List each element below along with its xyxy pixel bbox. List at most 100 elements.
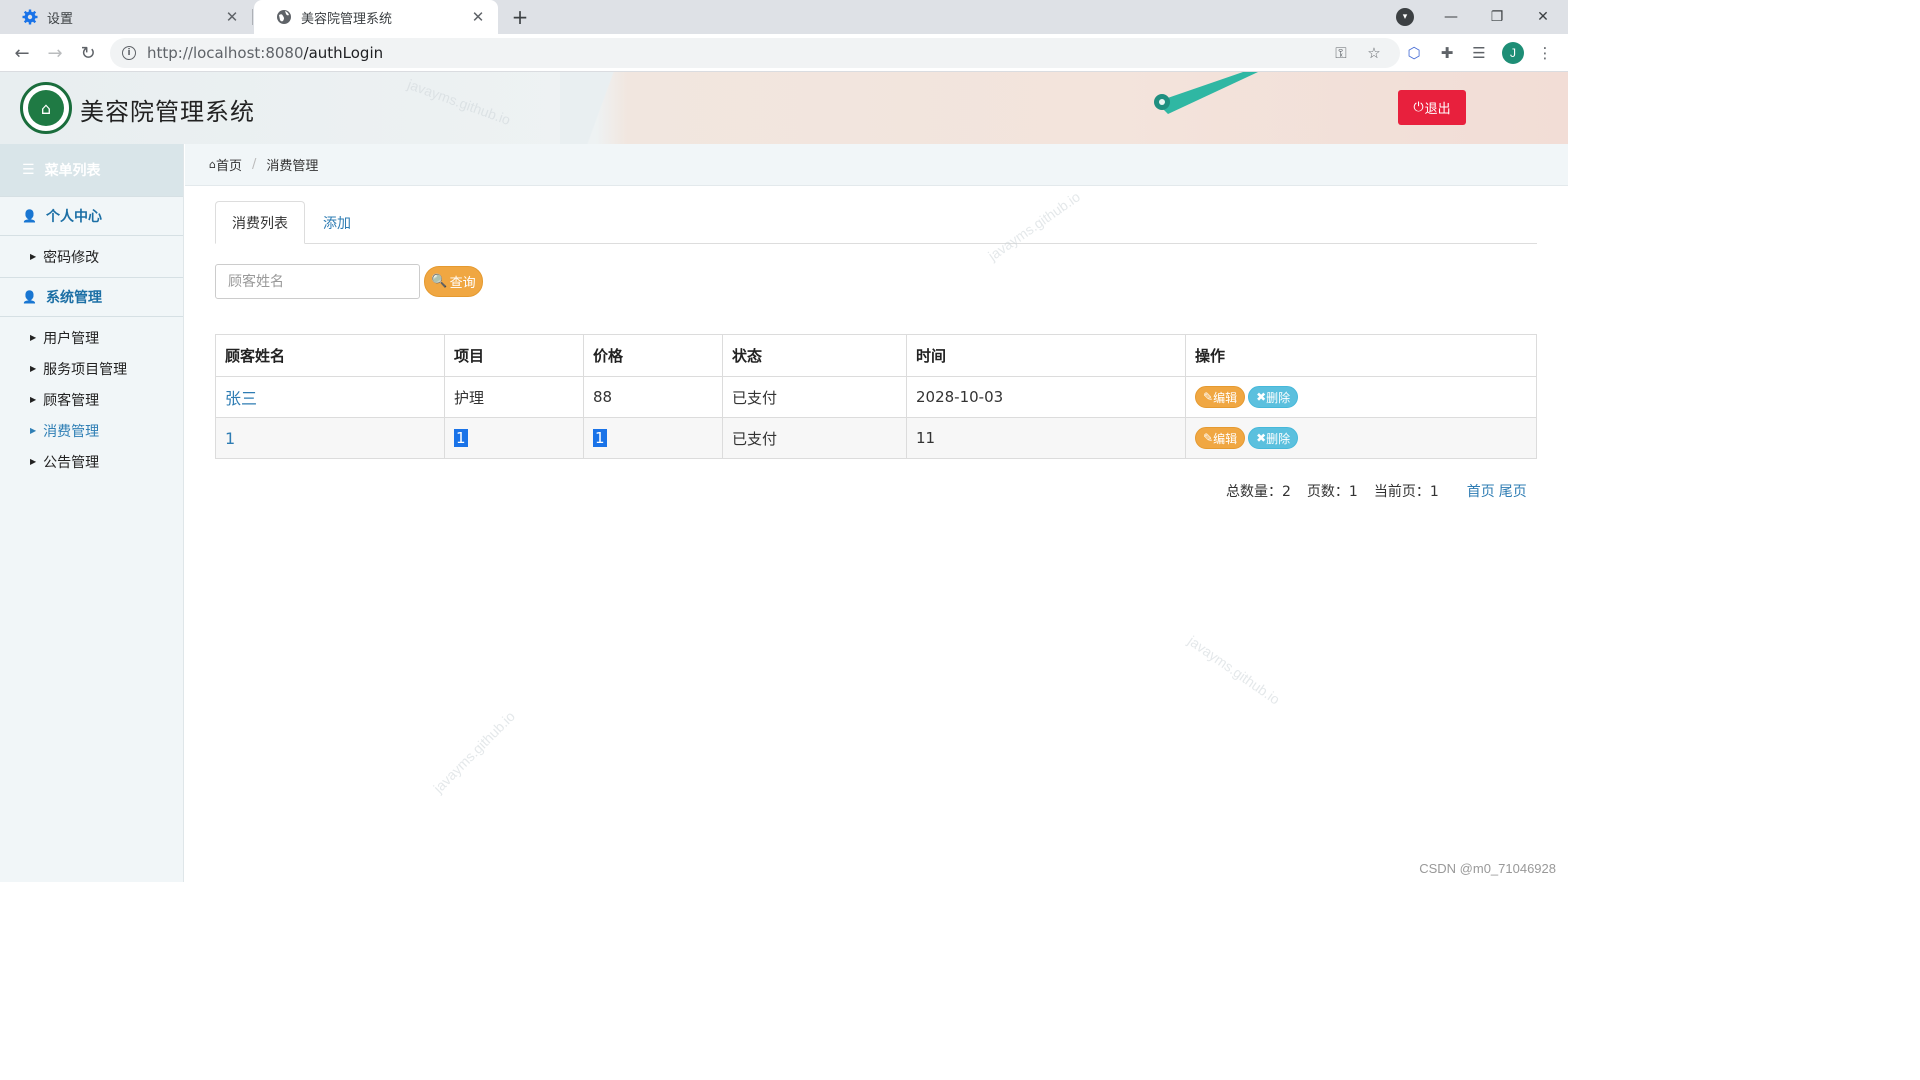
reload-icon[interactable]: ↻ (75, 40, 101, 66)
breadcrumb-home[interactable]: 首页 (216, 155, 242, 174)
table-row: 1 1 1 已支付 11 ✎ 编辑 ✖ 删除 (215, 417, 1537, 459)
sidebar-item-customers[interactable]: ▶ 顾客管理 (0, 384, 183, 415)
caret-right-icon: ▶ (30, 457, 37, 466)
logout-button[interactable]: ⏻ 退出 (1398, 90, 1466, 125)
selected-text: 1 (593, 429, 607, 447)
breadcrumb-separator: / (252, 157, 257, 172)
sidebar-group-system[interactable]: 👤 系统管理 (0, 277, 183, 317)
gear-icon (22, 9, 38, 25)
footer-credit: CSDN @m0_71046928 (1419, 861, 1556, 876)
sidebar-header: ☰ 菜单列表 (0, 144, 183, 196)
column-header: 操作 (1185, 334, 1537, 377)
sidebar-item-consumption[interactable]: ▶ 消费管理 (0, 415, 183, 446)
search-button[interactable]: 🔍 查询 (424, 266, 483, 297)
watermark: javayms.github.io (1185, 632, 1283, 708)
consumption-table: 顾客姓名 项目 价格 状态 时间 操作 张三 护理 88 已支付 2028-10… (215, 334, 1537, 459)
cell-time: 11 (906, 417, 1186, 459)
cell-actions: ✎ 编辑 ✖ 删除 (1185, 376, 1537, 418)
app-title: 美容院管理系统 (80, 98, 255, 126)
first-page-link[interactable]: 首页 (1467, 481, 1495, 501)
forward-arrow-icon[interactable]: → (42, 40, 68, 66)
key-icon[interactable]: ⚿ (1331, 43, 1351, 63)
sidebar-group-personal[interactable]: 👤 个人中心 (0, 196, 183, 236)
close-icon: ✖ (1256, 431, 1267, 445)
address-bar[interactable]: i http://localhost:8080/authLogin (110, 38, 1400, 68)
caret-right-icon: ▶ (30, 426, 37, 435)
sidebar: ☰ 菜单列表 👤 个人中心 ▶ 密码修改 👤 系统管理 ▶ 用户管理 ▶ 服务项目管理… (0, 144, 184, 882)
profile-avatar[interactable]: J (1502, 42, 1524, 64)
watermark: javayms.github.io (430, 708, 518, 796)
cell-project: 护理 (444, 376, 584, 418)
search-icon: 🔍 (431, 274, 448, 289)
browser-tabstrip: 设置 ✕ 美容院管理系统 ✕ + ▾ — ❐ ✕ (0, 0, 1568, 34)
tab-search-icon[interactable]: ▾ (1396, 8, 1414, 26)
new-tab-plus-icon[interactable]: + (508, 5, 532, 29)
browser-tab-settings[interactable]: 设置 ✕ (0, 0, 252, 34)
caret-right-icon: ▶ (30, 252, 37, 261)
close-icon: ✖ (1256, 390, 1267, 404)
header-decoration (560, 72, 640, 144)
window-close-icon[interactable]: ✕ (1520, 0, 1566, 34)
delete-button[interactable]: ✖ 删除 (1248, 386, 1299, 408)
cell-price: 88 (583, 376, 723, 418)
total-count: 总数量：2 (1226, 484, 1291, 500)
sidebar-item-notices[interactable]: ▶ 公告管理 (0, 446, 183, 477)
pagination: 总数量：2 页数：1 当前页：1 首页 尾页 (1226, 481, 1531, 501)
last-page-link[interactable]: 尾页 (1499, 481, 1527, 501)
restore-icon[interactable]: ❐ (1474, 0, 1520, 34)
watermark: javayms.github.io (405, 75, 513, 129)
column-header: 时间 (906, 334, 1186, 377)
browser-toolbar: ← → ↻ i http://localhost:8080/authLogin … (0, 34, 1568, 72)
browser-tab-app[interactable]: 美容院管理系统 ✕ (254, 0, 498, 34)
sidebar-group-personal-items: ▶ 密码修改 (0, 236, 183, 277)
pencil-icon: ✎ (1203, 431, 1214, 445)
info-icon[interactable]: i (122, 46, 136, 60)
breadcrumb-current: 消费管理 (266, 159, 319, 174)
cell-price: 1 (583, 417, 723, 459)
home-icon: ⌂ (209, 158, 216, 171)
cell-project: 1 (444, 417, 584, 459)
sidebar-item-services[interactable]: ▶ 服务项目管理 (0, 353, 183, 384)
sidebar-group-system-items: ▶ 用户管理 ▶ 服务项目管理 ▶ 顾客管理 ▶ 消费管理 ▶ 公告管理 (0, 317, 183, 482)
edit-button[interactable]: ✎ 编辑 (1195, 427, 1246, 449)
cell-name: 张三 (215, 376, 445, 418)
column-header: 状态 (722, 334, 907, 377)
back-arrow-icon[interactable]: ← (9, 40, 35, 66)
caret-right-icon: ▶ (30, 364, 37, 373)
power-icon: ⏻ (1413, 100, 1424, 115)
caret-right-icon: ▶ (30, 395, 37, 404)
delete-button[interactable]: ✖ 删除 (1248, 427, 1299, 449)
puzzle-icon[interactable]: ✚ (1437, 43, 1457, 63)
star-icon[interactable]: ☆ (1364, 43, 1384, 63)
selected-text: 1 (454, 429, 468, 447)
table-header-row: 顾客姓名 项目 价格 状态 时间 操作 (215, 334, 1537, 377)
kebab-menu-icon[interactable]: ⋮ (1535, 43, 1555, 63)
customer-name-link[interactable]: 1 (225, 429, 235, 448)
list-icon: ☰ (22, 162, 35, 178)
tab-add[interactable]: 添加 (307, 201, 367, 244)
tab-divider (252, 9, 253, 25)
reading-list-icon[interactable]: ☰ (1469, 43, 1489, 63)
cell-actions: ✎ 编辑 ✖ 删除 (1185, 417, 1537, 459)
tab-consumption-list[interactable]: 消费列表 (215, 201, 305, 244)
close-icon[interactable]: ✕ (224, 8, 240, 26)
logo: ⌂ (20, 82, 72, 134)
customer-name-search-input[interactable] (215, 264, 420, 299)
edit-button[interactable]: ✎ 编辑 (1195, 386, 1246, 408)
app-header: ⌂ 美容院管理系统 javayms.github.io (0, 72, 1568, 144)
user-icon: 👤 (22, 290, 37, 304)
close-icon[interactable]: ✕ (470, 8, 486, 26)
user-icon: 👤 (22, 209, 37, 223)
customer-name-link[interactable]: 张三 (225, 389, 257, 408)
tab-title: 设置 (47, 11, 74, 27)
cell-time: 2028-10-03 (906, 376, 1186, 418)
house-icon: ⌂ (28, 90, 64, 126)
sidebar-item-password[interactable]: ▶ 密码修改 (0, 241, 183, 272)
cell-status: 已支付 (722, 376, 907, 418)
url-text[interactable]: http://localhost:8080/authLogin (147, 44, 383, 62)
minimize-icon[interactable]: — (1428, 0, 1474, 34)
extension-shield-icon[interactable]: ⬡ (1404, 43, 1424, 63)
tab-title: 美容院管理系统 (301, 11, 393, 27)
sidebar-item-users[interactable]: ▶ 用户管理 (0, 322, 183, 353)
globe-icon (276, 9, 292, 25)
